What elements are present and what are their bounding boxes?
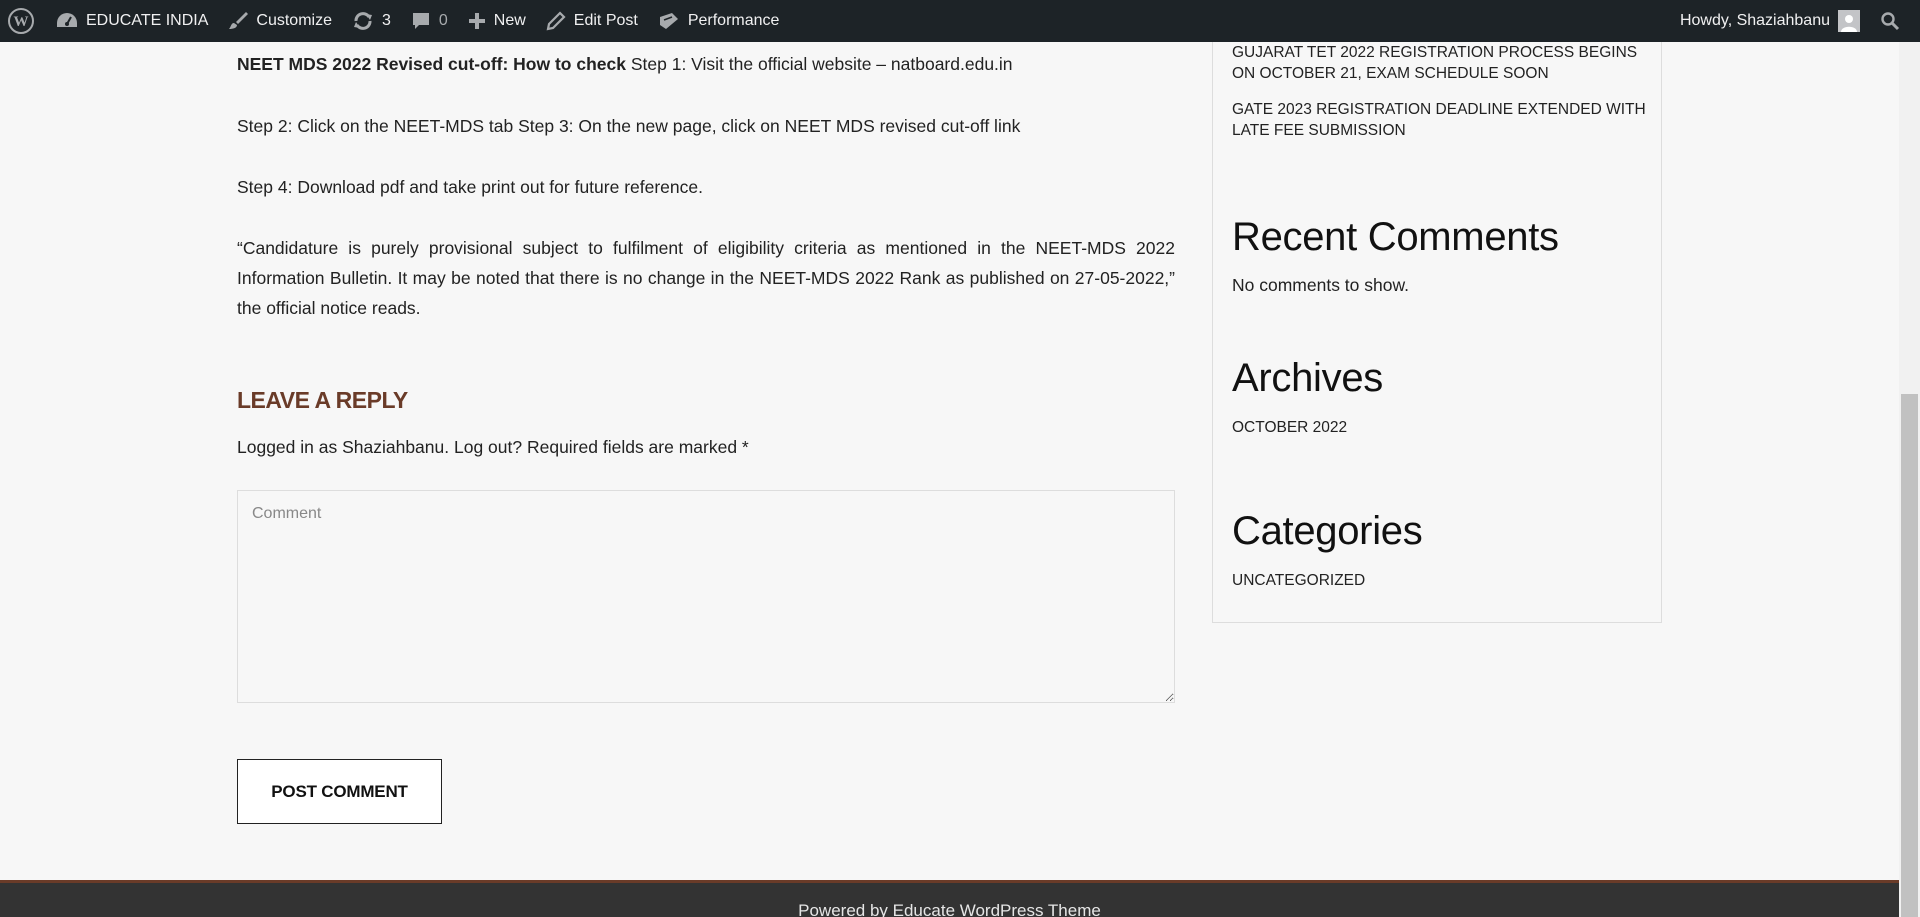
category-link[interactable]: UNCATEGORIZED — [1232, 570, 1652, 591]
article-paragraph: Step 2: Click on the NEET-MDS tab Step 3… — [237, 116, 1021, 136]
page-scrollbar[interactable] — [1899, 42, 1920, 917]
svg-text:W: W — [14, 14, 29, 30]
search-icon — [1881, 12, 1900, 31]
customize-label: Customize — [256, 12, 332, 29]
pencil-icon — [546, 11, 566, 31]
site-footer: Powered by Educate WordPress Theme — [0, 880, 1899, 917]
new-content-menu[interactable]: New — [458, 0, 536, 42]
customize-link[interactable]: Customize — [218, 0, 342, 42]
performance-menu[interactable]: Performance — [648, 0, 790, 42]
paintbrush-icon — [229, 12, 249, 29]
wordpress-icon: W — [8, 8, 34, 34]
updates-count: 3 — [381, 12, 391, 29]
site-name-menu[interactable]: EDUCATE INDIA — [46, 0, 218, 42]
categories-heading: Categories — [1232, 509, 1423, 553]
logged-in-notice: Logged in as Shaziahbanu. Log out? Requi… — [237, 437, 749, 457]
avatar — [1838, 10, 1860, 32]
comment-bubble-icon — [412, 13, 429, 29]
wordpress-logo-menu[interactable]: W — [0, 0, 46, 42]
article-paragraph: NEET MDS 2022 Revised cut-off: How to ch… — [237, 49, 1175, 79]
admin-search-button[interactable] — [1870, 0, 1920, 42]
sidebar: GUJARAT TET 2022 REGISTRATION PROCESS BE… — [1212, 42, 1662, 623]
article-quote-paragraph: “Candidature is purely provisional subje… — [237, 238, 1175, 318]
edit-post-label: Edit Post — [573, 12, 638, 29]
admin-bar: W EDUCATE INDIA Customize 3 0 New Edit P… — [0, 0, 1920, 42]
recent-post-link[interactable]: GATE 2023 REGISTRATION DEADLINE EXTENDED… — [1232, 99, 1652, 141]
recent-comments-heading: Recent Comments — [1232, 215, 1559, 259]
footer-credit: Powered by Educate WordPress Theme — [798, 901, 1101, 917]
comments-link[interactable]: 0 — [401, 0, 458, 42]
admin-bar-left: W EDUCATE INDIA Customize 3 0 New Edit P… — [0, 0, 789, 42]
archives-heading: Archives — [1232, 356, 1383, 400]
article-paragraph: Step 4: Download pdf and take print out … — [237, 177, 703, 197]
performance-icon — [659, 13, 678, 29]
updates-link[interactable]: 3 — [342, 0, 401, 42]
my-account-menu[interactable]: Howdy, Shaziahbanu — [1670, 0, 1870, 42]
howdy-label: Howdy, Shaziahbanu — [1679, 12, 1830, 29]
scrollbar-thumb[interactable] — [1901, 394, 1918, 917]
leave-reply-heading: LEAVE A REPLY — [237, 387, 408, 413]
recent-post-link[interactable]: GUJARAT TET 2022 REGISTRATION PROCESS BE… — [1232, 42, 1652, 84]
dashboard-icon — [57, 13, 77, 27]
comment-textarea[interactable] — [237, 490, 1175, 703]
no-comments-text: No comments to show. — [1232, 275, 1410, 295]
post-comment-button[interactable]: POST COMMENT — [237, 759, 442, 824]
updates-icon — [353, 12, 372, 30]
performance-label: Performance — [687, 12, 780, 29]
plus-icon — [468, 13, 485, 29]
comments-count: 0 — [438, 12, 448, 29]
article-step-text: Step 1: Visit the official website – nat… — [625, 54, 1013, 74]
new-label: New — [493, 12, 526, 29]
edit-post-link[interactable]: Edit Post — [536, 0, 648, 42]
admin-bar-right: Howdy, Shaziahbanu — [1670, 0, 1920, 42]
archive-link[interactable]: OCTOBER 2022 — [1232, 417, 1652, 438]
article-subheading: NEET MDS 2022 Revised cut-off: How to ch… — [237, 54, 626, 74]
site-name-label: EDUCATE INDIA — [86, 12, 209, 29]
user-silhouette-icon — [1841, 15, 1857, 32]
